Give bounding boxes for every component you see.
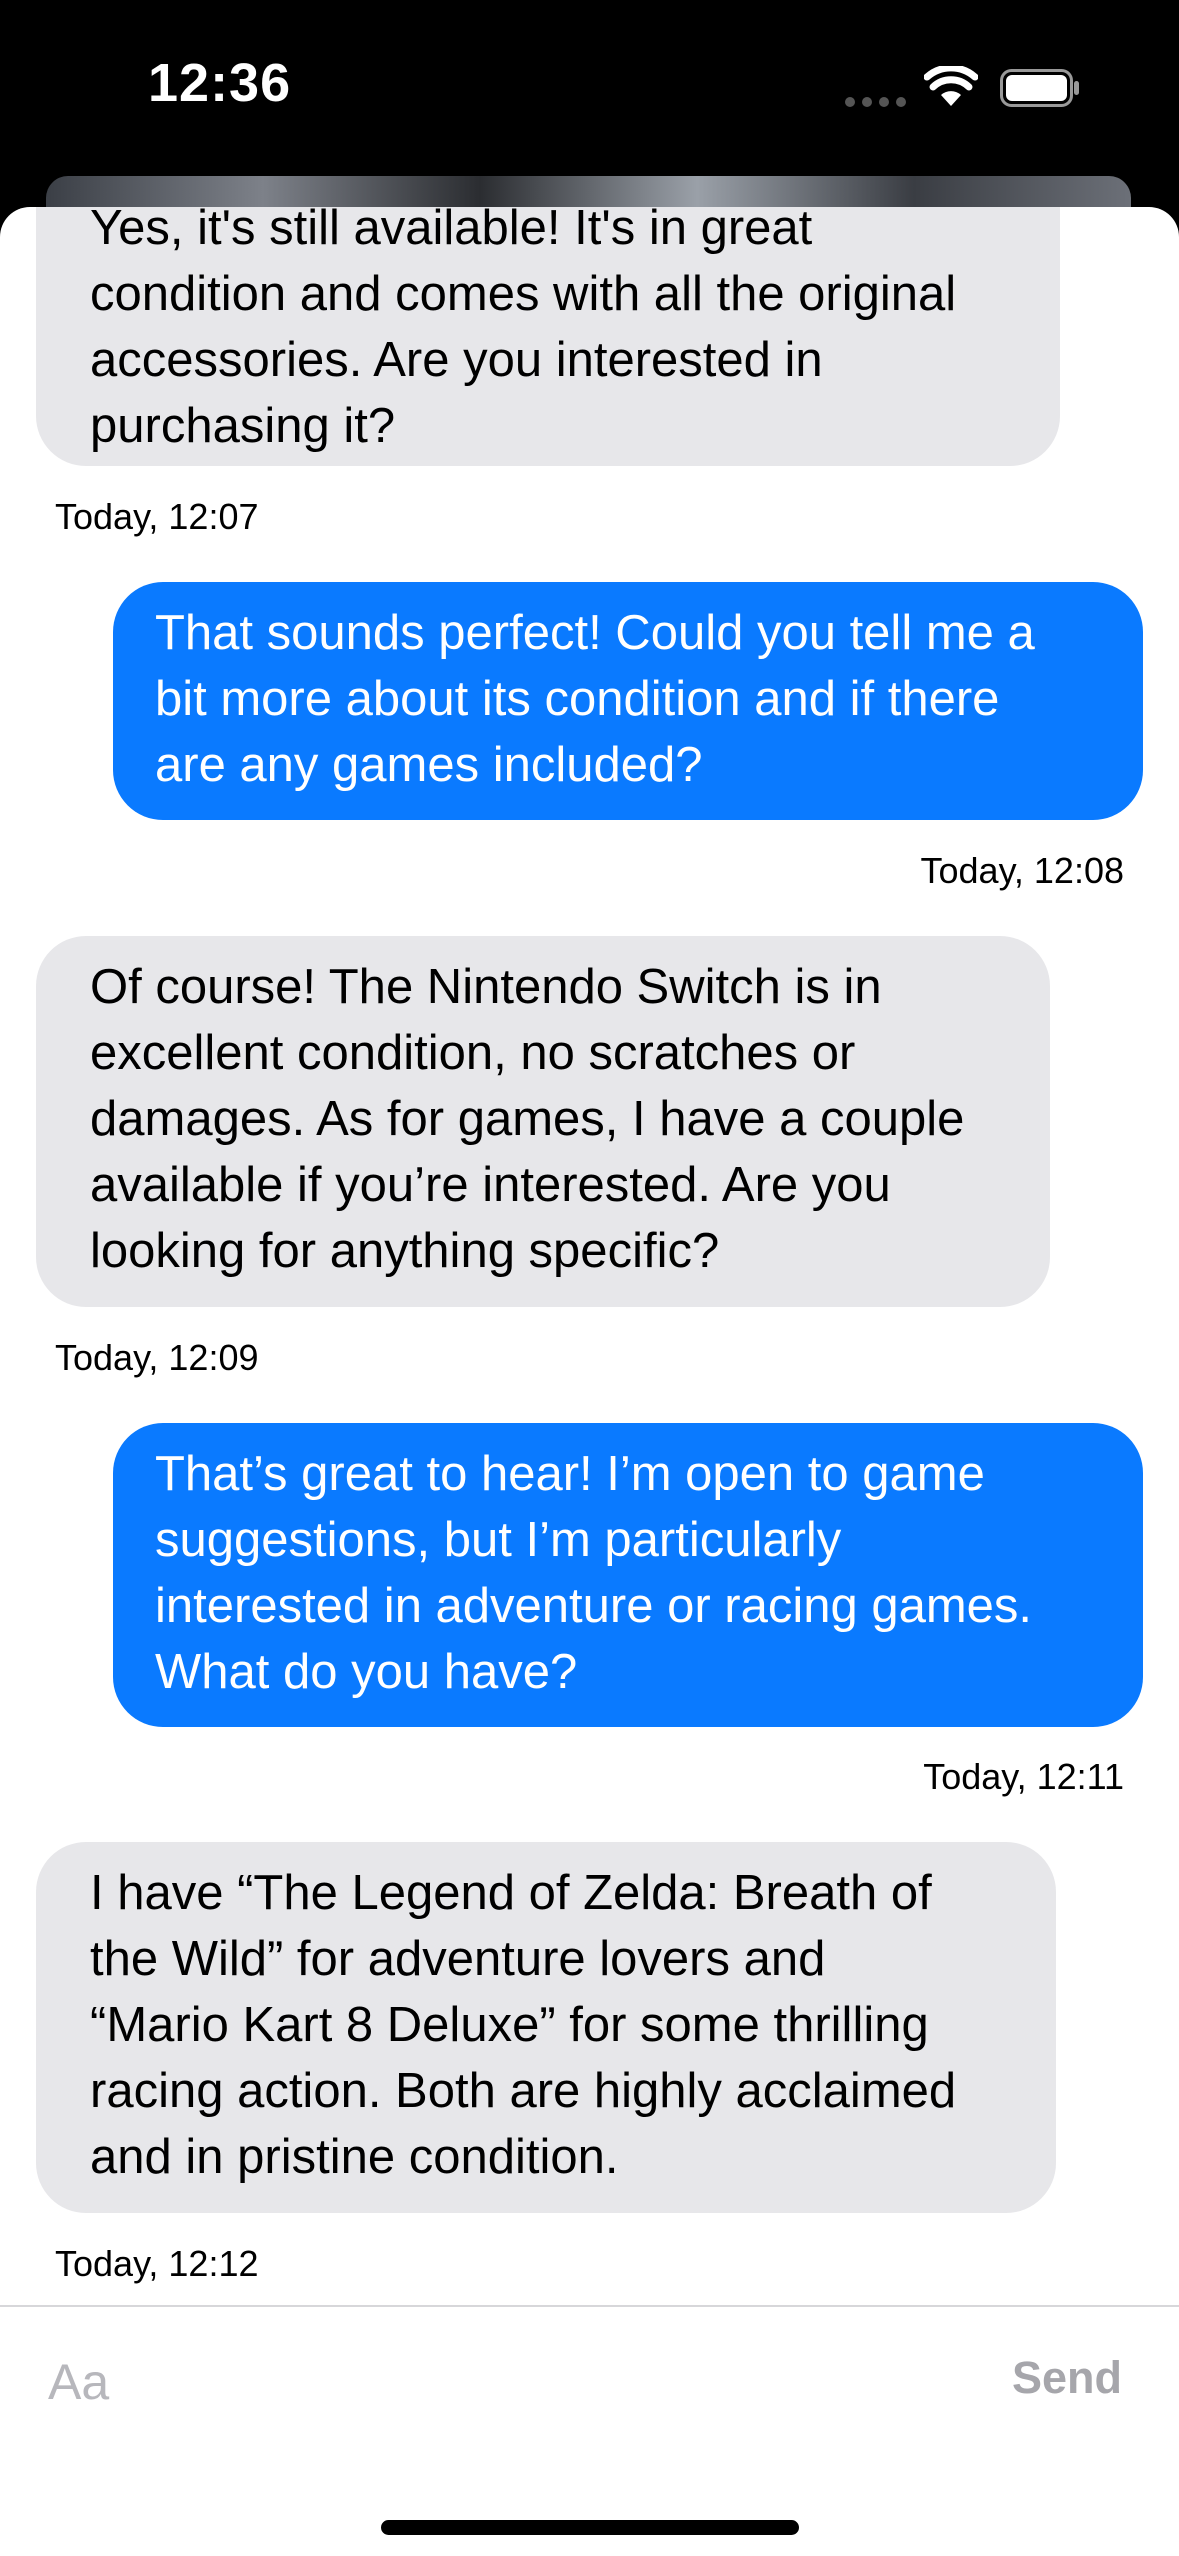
message-bubble-incoming: Of course! The Nintendo Switch is in exc…: [36, 936, 1050, 1307]
wifi-icon: [924, 66, 978, 106]
message-list[interactable]: Yes, it's still available! It's in great…: [0, 207, 1179, 2305]
message-line: are any games included?: [155, 738, 703, 792]
message-bubble-outgoing: That sounds perfect! Could you tell me a…: [113, 582, 1143, 820]
message-timestamp: Today, 12:08: [920, 850, 1124, 891]
message-line: “Mario Kart 8 Deluxe” for some thrilling: [90, 1998, 929, 2052]
message-line: suggestions, but I’m particularly: [155, 1513, 842, 1567]
message-line: racing action. Both are highly acclaimed: [90, 2064, 957, 2118]
cellular-signal-icon: [845, 97, 907, 107]
message-bubble-outgoing: That’s great to hear! I’m open to game s…: [113, 1423, 1143, 1727]
message-line: That sounds perfect! Could you tell me a: [155, 606, 1035, 660]
message-line: and in pristine condition.: [90, 2130, 619, 2184]
message-bubble-incoming: I have “The Legend of Zelda: Breath of t…: [36, 1842, 1056, 2213]
message-line: Of course! The Nintendo Switch is in: [90, 960, 882, 1014]
message-line: I have “The Legend of Zelda: Breath of: [90, 1866, 932, 1920]
composer-divider: [0, 2305, 1179, 2307]
message-input[interactable]: [48, 2347, 948, 2417]
message-line: looking for anything specific?: [90, 1224, 720, 1278]
status-bar: 12:36: [0, 0, 1179, 180]
message-line: excellent condition, no scratches or: [90, 1026, 856, 1080]
battery-icon: [1000, 69, 1079, 107]
message-timestamp: Today, 12:12: [55, 2243, 259, 2284]
message-line: damages. As for games, I have a couple: [90, 1092, 965, 1146]
message-line: purchasing it?: [90, 399, 396, 453]
home-indicator[interactable]: [381, 2520, 799, 2535]
message-timestamp: Today, 12:11: [923, 1756, 1124, 1797]
message-bubble-incoming: Yes, it's still available! It's in great…: [36, 207, 1060, 466]
message-line: interested in adventure or racing games.: [155, 1579, 1033, 1633]
message-line: the Wild” for adventure lovers and: [90, 1932, 826, 1986]
message-line: available if you’re interested. Are you: [90, 1158, 891, 1212]
message-line: Yes, it's still available! It's in great: [90, 207, 813, 255]
message-line: condition and comes with all the origina…: [90, 267, 957, 321]
message-timestamp: Today, 12:09: [55, 1337, 259, 1378]
message-line: bit more about its condition and if ther…: [155, 672, 1000, 726]
message-timestamp: Today, 12:07: [55, 496, 259, 537]
chat-sheet: Yes, it's still available! It's in great…: [0, 207, 1179, 2556]
send-button[interactable]: Send: [1012, 2352, 1122, 2404]
message-line: accessories. Are you interested in: [90, 333, 823, 387]
message-line: What do you have?: [155, 1645, 578, 1699]
message-line: That’s great to hear! I’m open to game: [155, 1447, 985, 1501]
status-time: 12:36: [148, 53, 292, 113]
